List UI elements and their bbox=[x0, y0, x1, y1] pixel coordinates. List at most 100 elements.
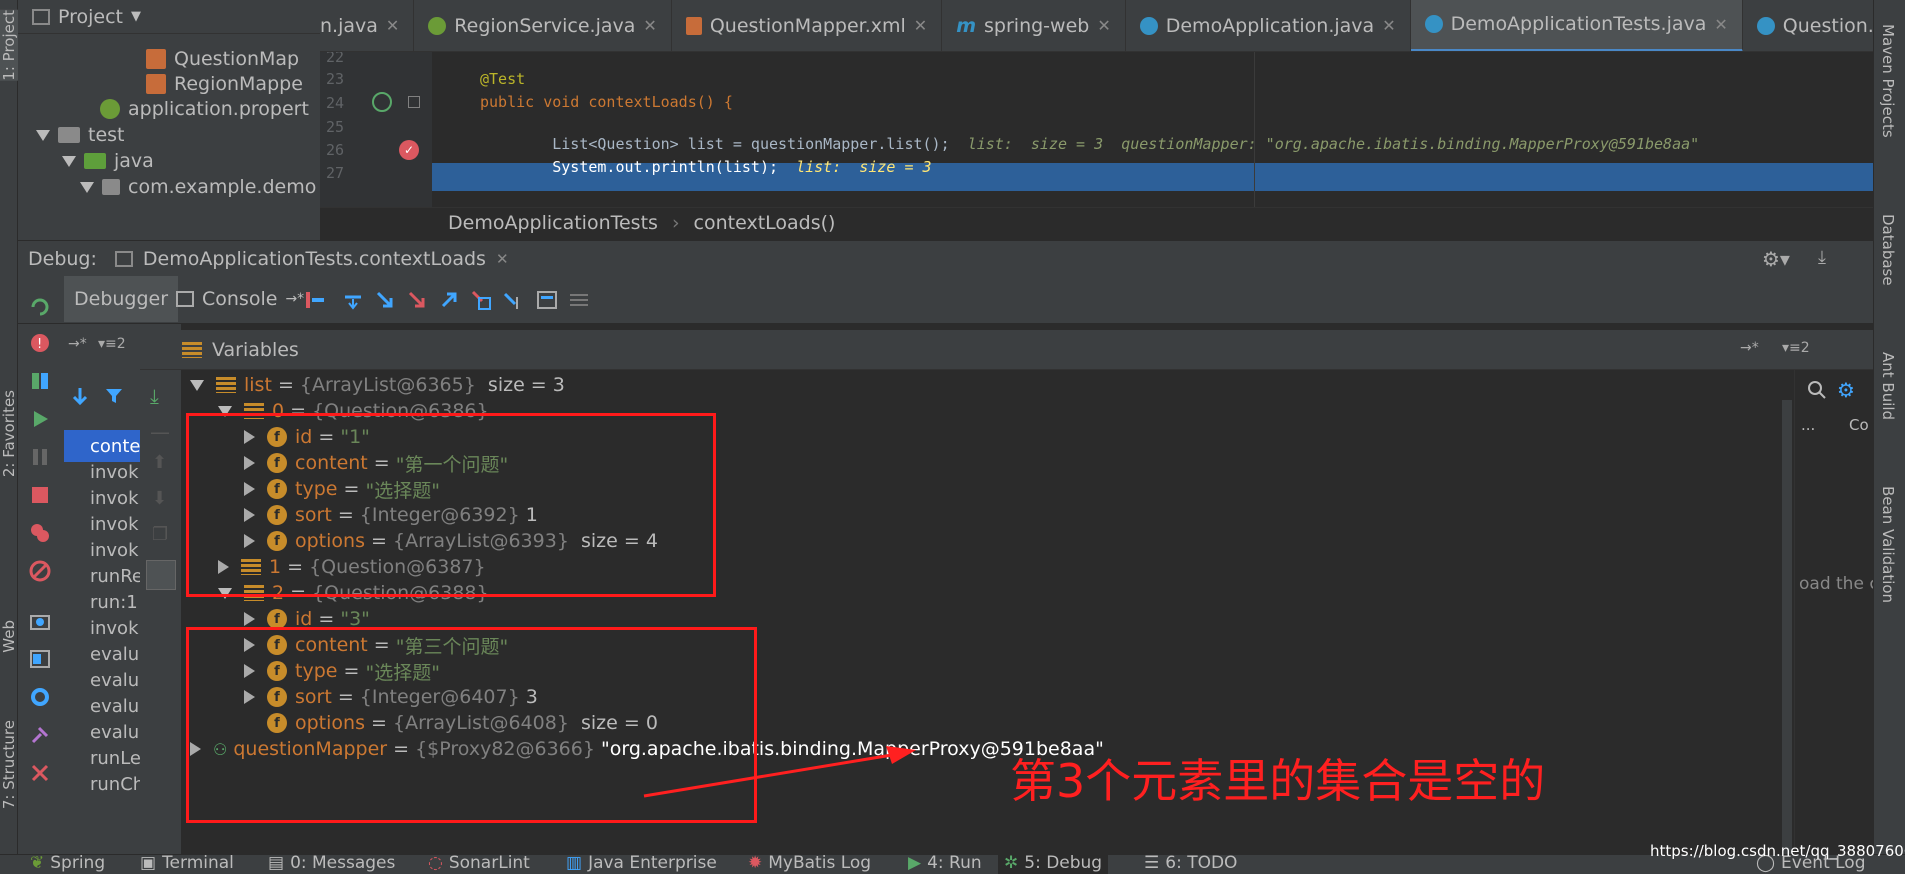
bottom-tab-sonarlint[interactable]: ◌ SonarLint bbox=[422, 855, 536, 874]
update-app-icon[interactable] bbox=[29, 370, 51, 392]
view-breakpoints-icon[interactable] bbox=[29, 522, 51, 544]
show-watches-icon[interactable] bbox=[146, 560, 176, 590]
console-icon bbox=[176, 291, 194, 307]
frame-item[interactable]: runCh bbox=[64, 768, 140, 800]
show-execution-point-icon[interactable] bbox=[304, 289, 326, 311]
structure-tool-tab[interactable]: 7: Structure bbox=[0, 720, 18, 809]
ant-build-tool-tab[interactable]: Ant Build bbox=[1879, 352, 1897, 420]
web-tool-tab[interactable]: Web bbox=[0, 620, 18, 653]
add-watch-icon[interactable]: ⤓ bbox=[150, 384, 159, 408]
exception-breakpoint-icon[interactable]: ! bbox=[29, 332, 51, 354]
hide-panel-icon[interactable]: ⤓ bbox=[1818, 247, 1826, 268]
class-icon bbox=[1424, 15, 1443, 33]
favorites-tool-tab[interactable]: 2: Favorites bbox=[0, 390, 18, 477]
evaluate-expression-icon[interactable] bbox=[536, 289, 558, 311]
layout-icon[interactable] bbox=[29, 648, 51, 670]
arrow-down-icon[interactable] bbox=[70, 386, 90, 410]
mute-breakpoints-icon[interactable] bbox=[29, 560, 51, 582]
tab-n-java[interactable]: n.java ✕ bbox=[320, 0, 415, 51]
tab-demoapplication[interactable]: DemoApplication.java ✕ bbox=[1126, 0, 1411, 51]
close-debug-icon[interactable] bbox=[29, 762, 51, 784]
tab-debugger[interactable]: Debugger bbox=[64, 276, 179, 322]
drop-frame-icon[interactable] bbox=[470, 289, 492, 311]
field-icon: f bbox=[267, 609, 287, 629]
terminal-icon: ▣ bbox=[140, 854, 157, 873]
close-icon[interactable]: ✕ bbox=[1382, 16, 1395, 35]
expand-arrow-icon[interactable] bbox=[36, 129, 50, 141]
properties-file-icon bbox=[100, 99, 120, 119]
run-test-icon[interactable] bbox=[372, 92, 392, 112]
bottom-tab-java-enterprise[interactable]: ▥ Java Enterprise bbox=[560, 855, 723, 874]
step-into-icon[interactable] bbox=[374, 289, 396, 311]
tree-item-application-properties[interactable]: application.propert bbox=[100, 94, 309, 124]
search-icon[interactable] bbox=[1807, 380, 1827, 404]
close-icon[interactable]: ✕ bbox=[1097, 16, 1110, 35]
tab-spring-web[interactable]: m spring-web ✕ bbox=[942, 0, 1126, 51]
gear-icon[interactable]: ⚙ bbox=[1837, 378, 1855, 402]
expand-arrow-icon[interactable] bbox=[190, 379, 204, 391]
filter-icon[interactable] bbox=[104, 386, 124, 410]
settings-icon[interactable] bbox=[29, 686, 51, 708]
code-editor[interactable]: 22 23 24 25 26 27 ✓ @Test public void co… bbox=[320, 52, 1873, 237]
breakpoint-icon[interactable]: ✓ bbox=[399, 140, 419, 160]
tab-questionmapper-xml[interactable]: QuestionMapper.xml ✕ bbox=[672, 0, 943, 51]
rerun-icon[interactable] bbox=[29, 296, 51, 318]
close-icon[interactable]: ✕ bbox=[914, 16, 927, 35]
maven-projects-tool-tab[interactable]: Maven Projects bbox=[1879, 24, 1897, 138]
stop-icon[interactable] bbox=[29, 484, 51, 506]
bottom-tab-terminal[interactable]: ▣ Terminal bbox=[134, 854, 240, 874]
annotation-note: 第3个元素里的集合是空的 bbox=[1010, 754, 1546, 808]
close-icon[interactable]: ✕ bbox=[1714, 15, 1727, 34]
close-icon[interactable]: ✕ bbox=[496, 250, 509, 268]
expand-arrow-icon[interactable] bbox=[62, 155, 76, 167]
pin-icon[interactable]: →* bbox=[1740, 340, 1759, 356]
tree-item-package[interactable]: com.example.demo bbox=[80, 172, 316, 202]
tab-question[interactable]: Question.java✕ bbox=[1743, 0, 1873, 51]
step-out-icon[interactable] bbox=[438, 289, 460, 311]
run-to-cursor-icon[interactable] bbox=[502, 289, 524, 311]
resume-icon[interactable] bbox=[29, 408, 51, 430]
frames-list-badge[interactable]: ▾≡2 bbox=[98, 336, 126, 352]
duplicate-icon[interactable]: ❐ bbox=[152, 524, 168, 545]
class-icon bbox=[1756, 16, 1775, 35]
bottom-tab-todo[interactable]: ☰ 6: TODO bbox=[1138, 855, 1243, 874]
scrollbar[interactable] bbox=[1782, 400, 1792, 854]
maven-module-icon: m bbox=[956, 14, 977, 37]
close-icon[interactable]: ✕ bbox=[643, 16, 656, 35]
project-tool-tab[interactable]: 1: Project bbox=[0, 10, 18, 81]
tab-regionservice[interactable]: RegionService.java ✕ bbox=[414, 0, 672, 51]
close-icon[interactable]: ✕ bbox=[386, 16, 399, 35]
bean-validation-tool-tab[interactable]: Bean Validation bbox=[1879, 486, 1897, 603]
breadcrumb-class[interactable]: DemoApplicationTests bbox=[448, 212, 658, 234]
breadcrumb-method[interactable]: contextLoads() bbox=[694, 212, 836, 234]
bottom-tab-spring[interactable]: ❦ Spring bbox=[24, 855, 111, 874]
fold-marker-icon[interactable] bbox=[408, 96, 420, 108]
column-header: Co bbox=[1849, 416, 1869, 434]
force-step-into-icon[interactable] bbox=[406, 289, 428, 311]
step-over-icon[interactable] bbox=[342, 289, 364, 311]
expand-arrow-icon[interactable] bbox=[80, 181, 94, 193]
move-down-icon[interactable]: ⬇ bbox=[152, 488, 167, 509]
remove-icon[interactable]: — bbox=[150, 420, 170, 444]
project-title[interactable]: Project bbox=[58, 6, 123, 28]
expand-arrow-icon[interactable] bbox=[244, 612, 255, 626]
bottom-tab-run[interactable]: ▶ 4: Run bbox=[902, 855, 988, 874]
bottom-tab-messages[interactable]: ▤ 0: Messages bbox=[262, 855, 401, 874]
trace-stream-icon[interactable] bbox=[568, 289, 590, 311]
ellipsis-column: ... bbox=[1801, 416, 1816, 434]
debug-session-tab[interactable]: DemoApplicationTests.contextLoads bbox=[143, 248, 486, 270]
move-up-icon[interactable]: ⬆ bbox=[152, 452, 167, 473]
frames-options-icon[interactable]: →* bbox=[68, 336, 87, 352]
variables-list-badge[interactable]: ▾≡2 bbox=[1782, 340, 1810, 356]
tab-demoapplicationtests[interactable]: DemoApplicationTests.java ✕ bbox=[1410, 0, 1743, 51]
bottom-tab-debug[interactable]: ✲ 5: Debug bbox=[998, 855, 1109, 874]
gear-icon[interactable]: ⚙▾ bbox=[1762, 247, 1790, 271]
pin-tab-icon[interactable] bbox=[29, 724, 51, 746]
bottom-tab-mybatis-log[interactable]: ✹ MyBatis Log bbox=[742, 855, 877, 874]
database-tool-tab[interactable]: Database bbox=[1879, 214, 1897, 286]
chevron-down-icon[interactable]: ▼ bbox=[131, 9, 141, 24]
camera-icon[interactable] bbox=[29, 610, 51, 632]
tab-console[interactable]: Console →* bbox=[166, 276, 314, 322]
pause-icon[interactable] bbox=[29, 446, 51, 468]
line-number: 23 bbox=[325, 70, 344, 88]
